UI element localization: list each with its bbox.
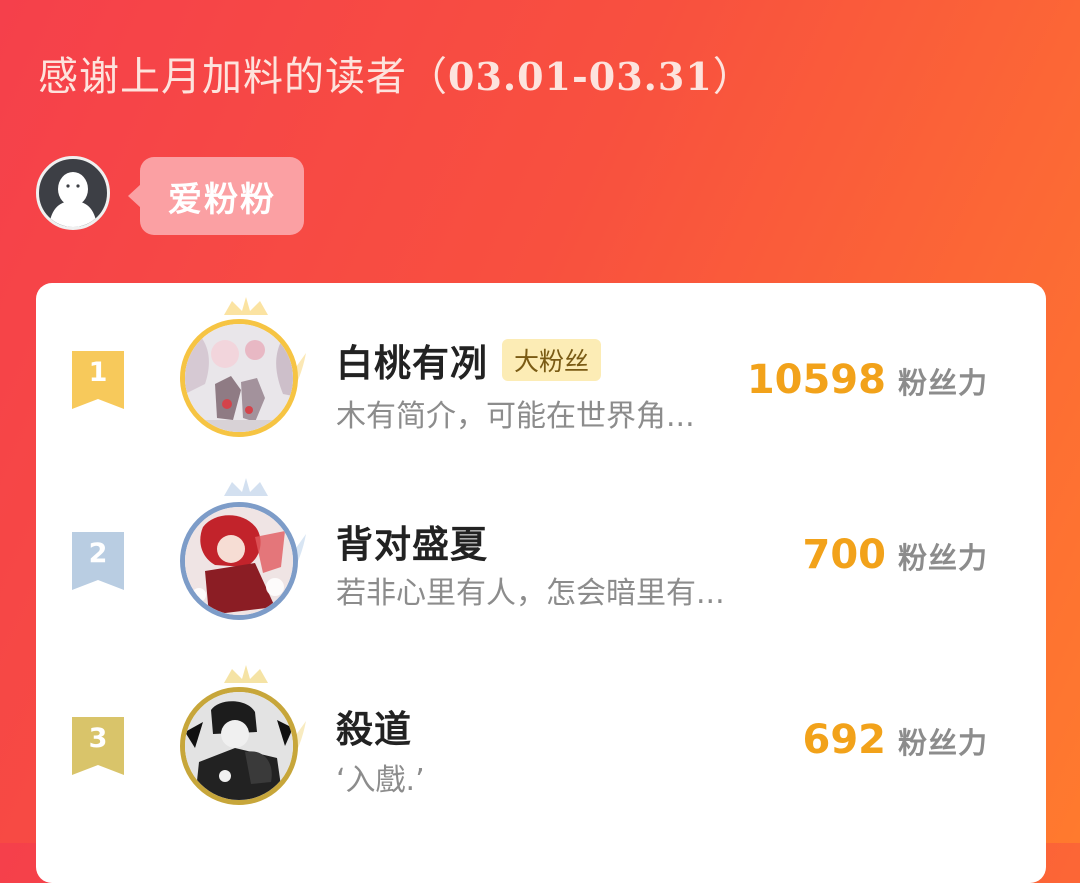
user-avatar[interactable] [180, 502, 298, 620]
user-avatar[interactable] [180, 319, 298, 437]
score-value: 700 [802, 532, 886, 578]
ranking-card: 1 白桃有冽 大粉丝 木有简介，可能在世界角... 10598 粉丝力 2 背对… [36, 283, 1046, 883]
title-text: 感谢上月加料的读者（ [38, 54, 448, 100]
user-name[interactable]: 白桃有冽 [336, 333, 488, 387]
host-name: 爱粉粉 [168, 179, 276, 220]
score-value: 692 [802, 717, 886, 763]
fan-score: 10598 粉丝力 [747, 357, 988, 403]
user-name[interactable]: 殺道 [336, 699, 412, 753]
fan-score: 692 粉丝力 [802, 717, 988, 763]
score-unit: 粉丝力 [897, 726, 988, 760]
rank-number: 1 [88, 357, 108, 388]
page-title: 感谢上月加料的读者（03.01-03.31） [38, 48, 754, 106]
title-close: ） [712, 54, 754, 100]
user-avatar[interactable] [180, 687, 298, 805]
default-user-avatar-icon [49, 172, 97, 227]
rank-badge: 3 [72, 717, 126, 779]
ranking-row[interactable]: 2 背对盛夏 若非心里有人，怎会暗里有... 700 粉丝力 [36, 476, 1046, 646]
host-avatar[interactable] [36, 156, 110, 230]
rank-badge: 1 [72, 351, 126, 413]
host-name-bubble: 爱粉粉 [128, 157, 304, 235]
user-bio: 木有简介，可能在世界角... [336, 399, 695, 434]
user-name[interactable]: 背对盛夏 [336, 514, 488, 568]
score-value: 10598 [746, 357, 886, 403]
rank-number: 2 [88, 538, 108, 569]
rank-badge: 2 [72, 532, 126, 594]
ranking-row[interactable]: 3 殺道 ‘入戲.’ 692 粉丝力 [36, 659, 1046, 829]
score-unit: 粉丝力 [897, 366, 988, 400]
big-fan-badge: 大粉丝 [502, 339, 602, 381]
rank-number: 3 [88, 723, 108, 754]
ranking-row[interactable]: 1 白桃有冽 大粉丝 木有简介，可能在世界角... 10598 粉丝力 [36, 293, 1046, 463]
score-unit: 粉丝力 [897, 541, 988, 575]
user-bio: 若非心里有人，怎会暗里有... [336, 576, 725, 611]
user-bio: ‘入戲.’ [336, 763, 425, 798]
date-range: 03.01-03.31 [448, 54, 713, 99]
fan-score: 700 粉丝力 [802, 532, 988, 578]
